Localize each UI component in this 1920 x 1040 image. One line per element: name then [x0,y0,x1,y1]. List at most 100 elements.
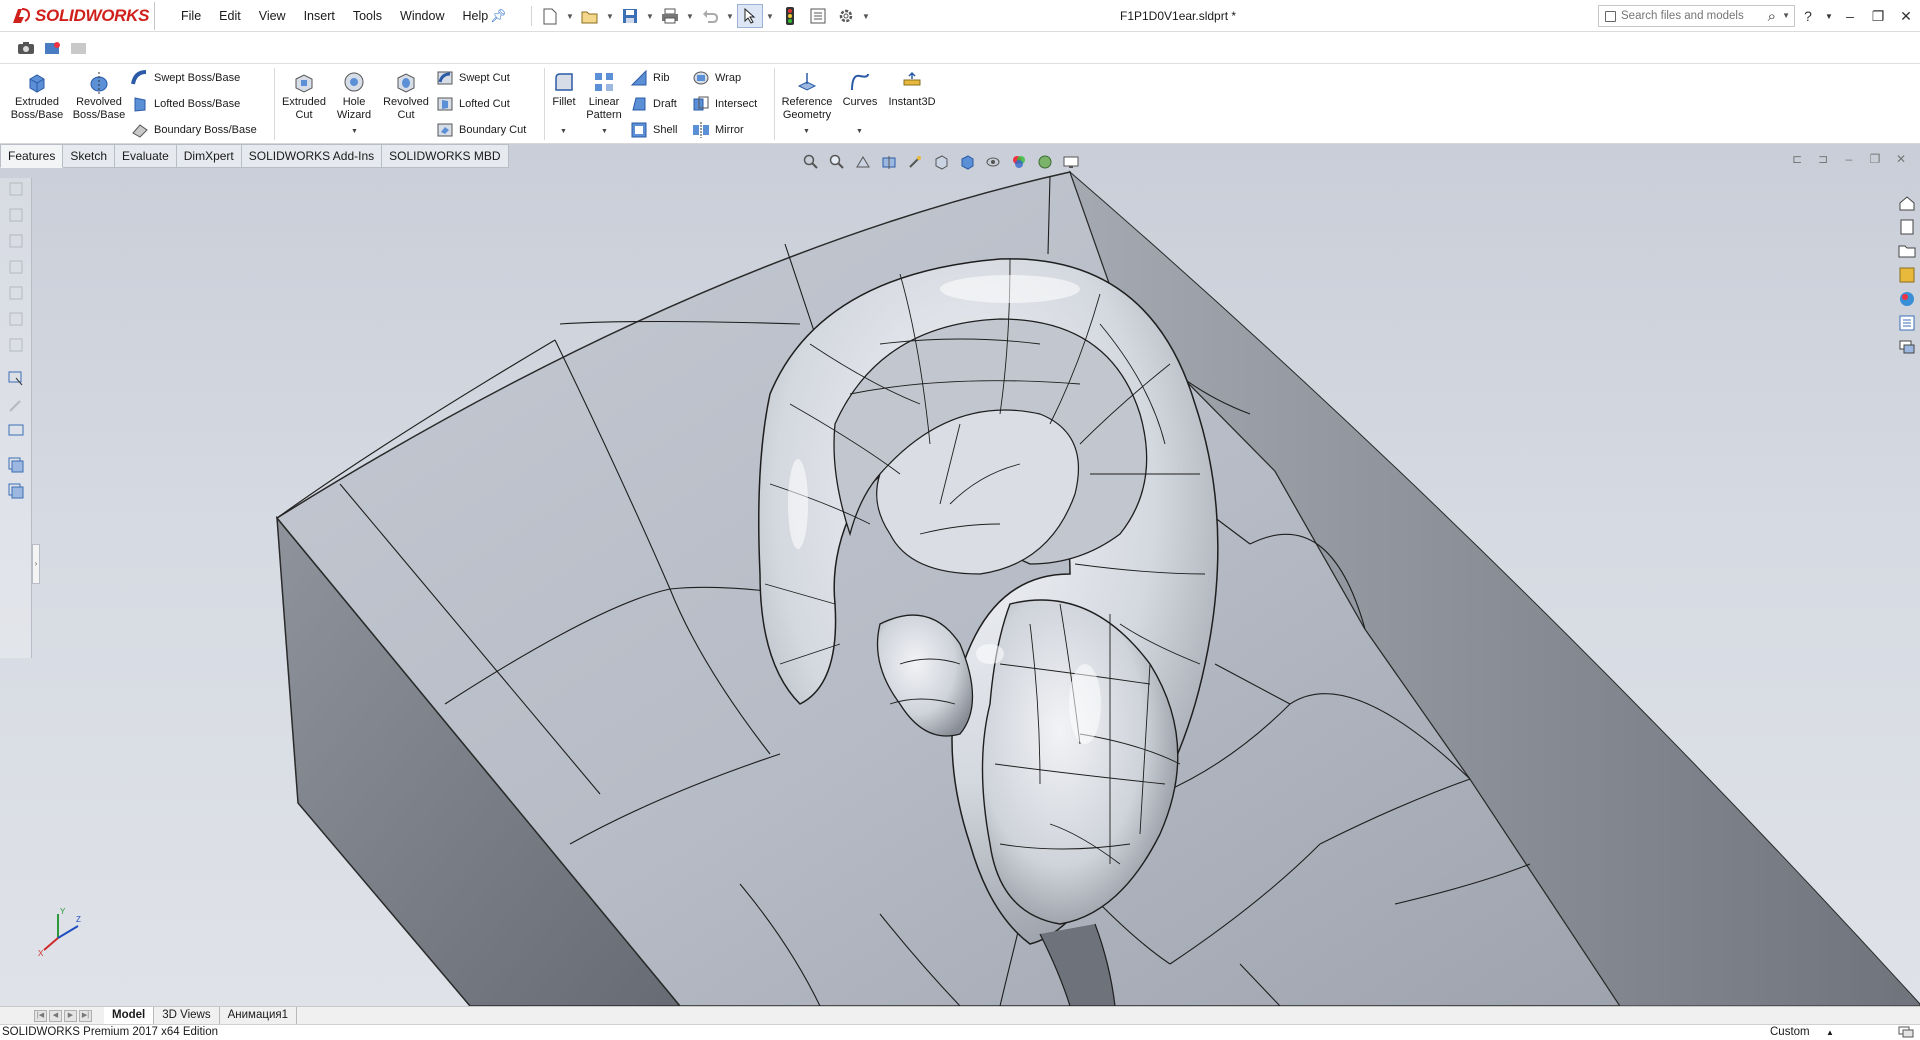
display-icon[interactable] [7,422,25,440]
solidworks-logo[interactable]: SOLIDWORKS [10,4,149,28]
boundary-boss-button[interactable]: Boundary Boss/Base [131,120,257,140]
edit-appearance-icon[interactable] [1008,152,1030,172]
hide-show-items-icon[interactable] [982,152,1004,172]
shell-button[interactable]: Shell [630,120,677,140]
hole-wizard-button[interactable]: Hole Wizard [332,70,376,122]
chevron-down-icon[interactable]: ▼ [856,128,863,135]
rebuild-traffic-light-icon[interactable] [777,4,803,28]
tab-3d-views[interactable]: 3D Views [154,1007,220,1025]
lofted-cut-button[interactable]: Lofted Cut [436,94,510,114]
display-style-icon[interactable] [956,152,978,172]
file-properties-icon[interactable] [805,4,831,28]
zoom-to-area-icon[interactable] [826,152,848,172]
extruded-cut-button[interactable]: Extruded Cut [280,70,328,122]
help-icon[interactable]: ? [1794,8,1822,24]
chevron-down-icon[interactable]: ▼ [1822,12,1836,21]
menu-edit[interactable]: Edit [210,9,250,23]
chevron-down-icon[interactable]: ▼ [725,12,735,21]
new-document-icon[interactable] [537,4,563,28]
chevron-down-icon[interactable]: ▼ [645,12,655,21]
tab-features[interactable]: Features [0,144,64,168]
chevron-up-icon[interactable]: ▲ [1826,1025,1834,1040]
swept-cut-button[interactable]: Swept Cut [436,68,510,88]
menu-tools[interactable]: Tools [344,9,391,23]
intersect-button[interactable]: Intersect [692,94,757,114]
zoom-to-fit-icon[interactable] [800,152,822,172]
apply-scene-icon[interactable] [1034,152,1056,172]
menu-window[interactable]: Window [391,9,453,23]
edit-icon[interactable] [7,396,25,414]
undo-icon[interactable] [697,4,723,28]
part-icon[interactable] [7,232,25,250]
part-icon[interactable] [7,206,25,224]
chevron-down-icon[interactable]: ▼ [351,128,358,135]
wrap-button[interactable]: Wrap [692,68,741,88]
speech-bubble-icon[interactable] [1898,1026,1914,1039]
tab-animation1[interactable]: Анимация1 [220,1007,297,1025]
design-library-icon[interactable] [1898,218,1916,236]
gear-icon[interactable] [833,4,859,28]
lofted-boss-button[interactable]: Lofted Boss/Base [131,94,240,114]
search-icon[interactable]: ⌕ [1768,8,1776,25]
rib-button[interactable]: Rib [630,68,670,88]
view-orientation-icon[interactable] [930,152,952,172]
chevron-down-icon[interactable]: ▼ [560,128,567,135]
reference-geometry-button[interactable]: Reference Geometry [778,70,836,122]
chevron-down-icon[interactable]: ▼ [861,12,871,21]
restore-icon[interactable]: ❐ [1866,152,1884,166]
section-view-icon[interactable] [878,152,900,172]
menu-view[interactable]: View [250,9,295,23]
snapshot-icon[interactable] [68,38,90,58]
instant3d-button[interactable]: Instant3D [884,70,940,109]
part-icon[interactable] [7,336,25,354]
tab-dimxpert[interactable]: DimXpert [176,144,242,168]
chevron-down-icon[interactable]: ▼ [565,12,575,21]
file-explorer-icon[interactable] [1898,242,1916,260]
graphics-area[interactable]: Features Sketch Evaluate DimXpert SOLIDW… [0,144,1920,1006]
minimize-icon[interactable]: – [1840,152,1858,166]
chevron-down-icon[interactable]: ▼ [803,128,810,135]
select-cursor-icon[interactable] [737,4,763,28]
panel-expand-handle[interactable]: › [32,544,40,584]
curves-button[interactable]: Curves [840,70,880,109]
draft-button[interactable]: Draft [630,94,677,114]
chevron-down-icon[interactable]: ▼ [605,12,615,21]
linear-pattern-button[interactable]: Linear Pattern [584,70,624,122]
prev-tab-arrow-icon[interactable]: ◀ [49,1010,62,1022]
tab-evaluate[interactable]: Evaluate [115,144,177,168]
open-folder-icon[interactable] [577,4,603,28]
menu-insert[interactable]: Insert [295,9,344,23]
minimize-icon[interactable]: – [1836,8,1864,24]
fillet-button[interactable]: Fillet [548,70,580,109]
restore-icon[interactable]: ❐ [1864,8,1892,25]
revolved-boss-button[interactable]: Revolved Boss/Base [70,70,128,122]
tab-model[interactable]: Model [104,1007,155,1025]
chevron-down-icon[interactable]: ▼ [765,12,775,21]
chevron-down-icon[interactable]: ▼ [1782,11,1790,20]
sketch-icon[interactable] [7,370,25,388]
chevron-down-icon[interactable]: ▼ [685,12,695,21]
part-icon[interactable] [7,258,25,276]
boundary-cut-button[interactable]: Boundary Cut [436,120,526,140]
mirror-button[interactable]: Mirror [692,120,744,140]
menu-file[interactable]: File [172,9,210,23]
chevron-down-icon[interactable]: ▼ [601,128,608,135]
tab-solidworks-addins[interactable]: SOLIDWORKS Add-Ins [241,144,383,168]
close-icon[interactable]: ✕ [1892,152,1910,166]
view-palette-icon[interactable] [1898,266,1916,284]
first-tab-arrow-icon[interactable]: |◀ [34,1010,47,1022]
part-icon[interactable] [7,310,25,328]
camera-icon[interactable] [15,38,37,58]
last-tab-arrow-icon[interactable]: ▶| [79,1010,92,1022]
search-input[interactable] [1599,10,1759,22]
view-settings-icon[interactable] [1060,152,1082,172]
forum-icon[interactable] [1898,338,1916,356]
custom-properties-icon[interactable] [1898,314,1916,332]
next-tab-arrow-icon[interactable]: ▶ [64,1010,77,1022]
close-icon[interactable]: ✕ [1892,8,1920,25]
layers-icon[interactable] [7,482,25,500]
pin-menu-icon[interactable]: 📌︎ [490,8,507,24]
expand-right-icon[interactable]: ⊐ [1814,152,1832,166]
revolved-cut-button[interactable]: Revolved Cut [380,70,432,122]
save-icon[interactable] [617,4,643,28]
